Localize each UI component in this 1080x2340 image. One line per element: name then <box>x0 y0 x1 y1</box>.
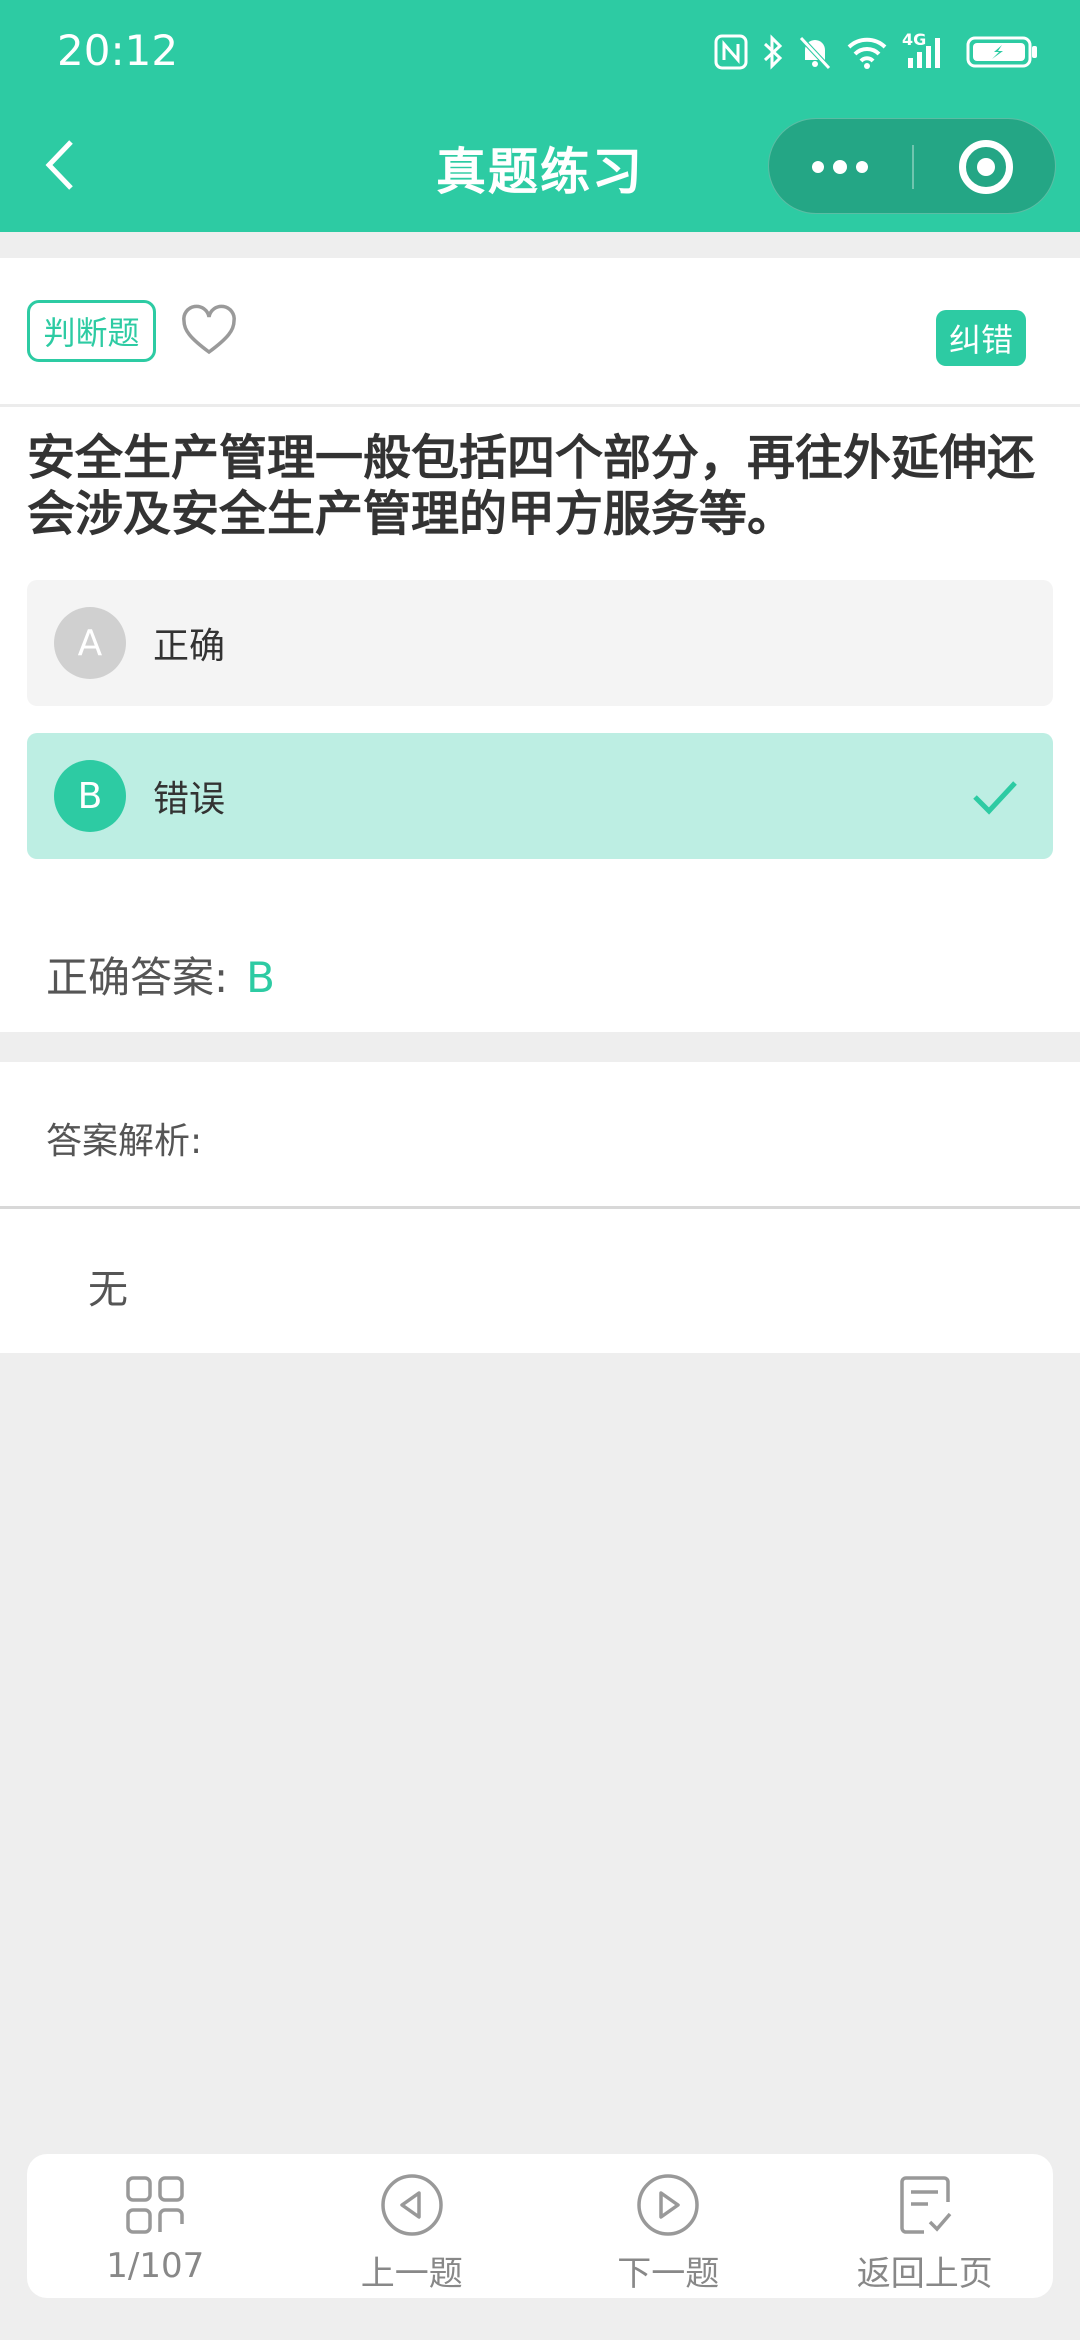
app-header: 20:12 4G 真题练习 <box>0 0 1080 232</box>
analysis-text: 无 <box>88 1267 128 1313</box>
close-button[interactable] <box>915 119 1057 215</box>
question-type-tag: 判断题 <box>27 300 156 362</box>
option-letter: B <box>54 760 126 832</box>
next-label: 下一题 <box>617 2254 720 2294</box>
option-label: 错误 <box>153 779 226 820</box>
divider <box>0 404 1080 407</box>
wifi-icon <box>847 37 887 69</box>
checklist-icon <box>900 2176 952 2234</box>
more-dots-icon <box>812 161 824 173</box>
question-text: 安全生产管理一般包括四个部分，再往外延伸还会涉及安全生产管理的甲方服务等。 <box>27 430 1036 542</box>
prev-question-button[interactable]: 上一题 <box>284 2154 541 2298</box>
prev-icon <box>381 2174 443 2236</box>
capsule-divider <box>912 145 914 189</box>
option-a[interactable]: A 正确 <box>27 580 1053 706</box>
signal-icon: 4G <box>902 30 952 72</box>
progress-label: 1/107 <box>106 2246 205 2286</box>
report-error-button[interactable]: 纠错 <box>936 310 1026 366</box>
mute-icon <box>799 36 831 70</box>
heart-icon[interactable] <box>180 302 238 360</box>
target-close-icon <box>959 140 1013 194</box>
analysis-body: 无 <box>0 1209 1080 1353</box>
bottom-toolbar: 1/107 上一题 下一题 返回上页 <box>27 2154 1053 2298</box>
status-icons: 4G <box>714 28 1040 76</box>
option-label: 正确 <box>153 626 226 667</box>
status-time: 20:12 <box>57 26 179 75</box>
return-label: 返回上页 <box>856 2254 993 2294</box>
next-question-button[interactable]: 下一题 <box>540 2154 797 2298</box>
grid-icon <box>126 2176 184 2234</box>
analysis-label: 答案解析: <box>46 1121 203 1162</box>
question-list-button[interactable]: 1/107 <box>27 2154 284 2298</box>
bluetooth-icon <box>763 34 783 70</box>
return-button[interactable]: 返回上页 <box>797 2154 1054 2298</box>
check-icon <box>973 781 1017 815</box>
more-button[interactable] <box>769 119 911 215</box>
option-letter: A <box>54 607 126 679</box>
option-b[interactable]: B 错误 <box>27 733 1053 859</box>
question-card: 判断题 纠错 安全生产管理一般包括四个部分，再往外延伸还会涉及安全生产管理的甲方… <box>0 258 1080 1032</box>
battery-charging-icon <box>966 36 1037 68</box>
next-icon <box>637 2174 699 2236</box>
answer-value: B <box>246 953 275 1002</box>
prev-label: 上一题 <box>360 2254 463 2294</box>
mini-program-capsule <box>768 118 1056 214</box>
answer-label: 正确答案: <box>46 953 229 1002</box>
correct-answer: 正确答案: B <box>46 944 275 1005</box>
nfc-icon <box>714 34 748 70</box>
analysis-header: 答案解析: <box>0 1062 1080 1206</box>
